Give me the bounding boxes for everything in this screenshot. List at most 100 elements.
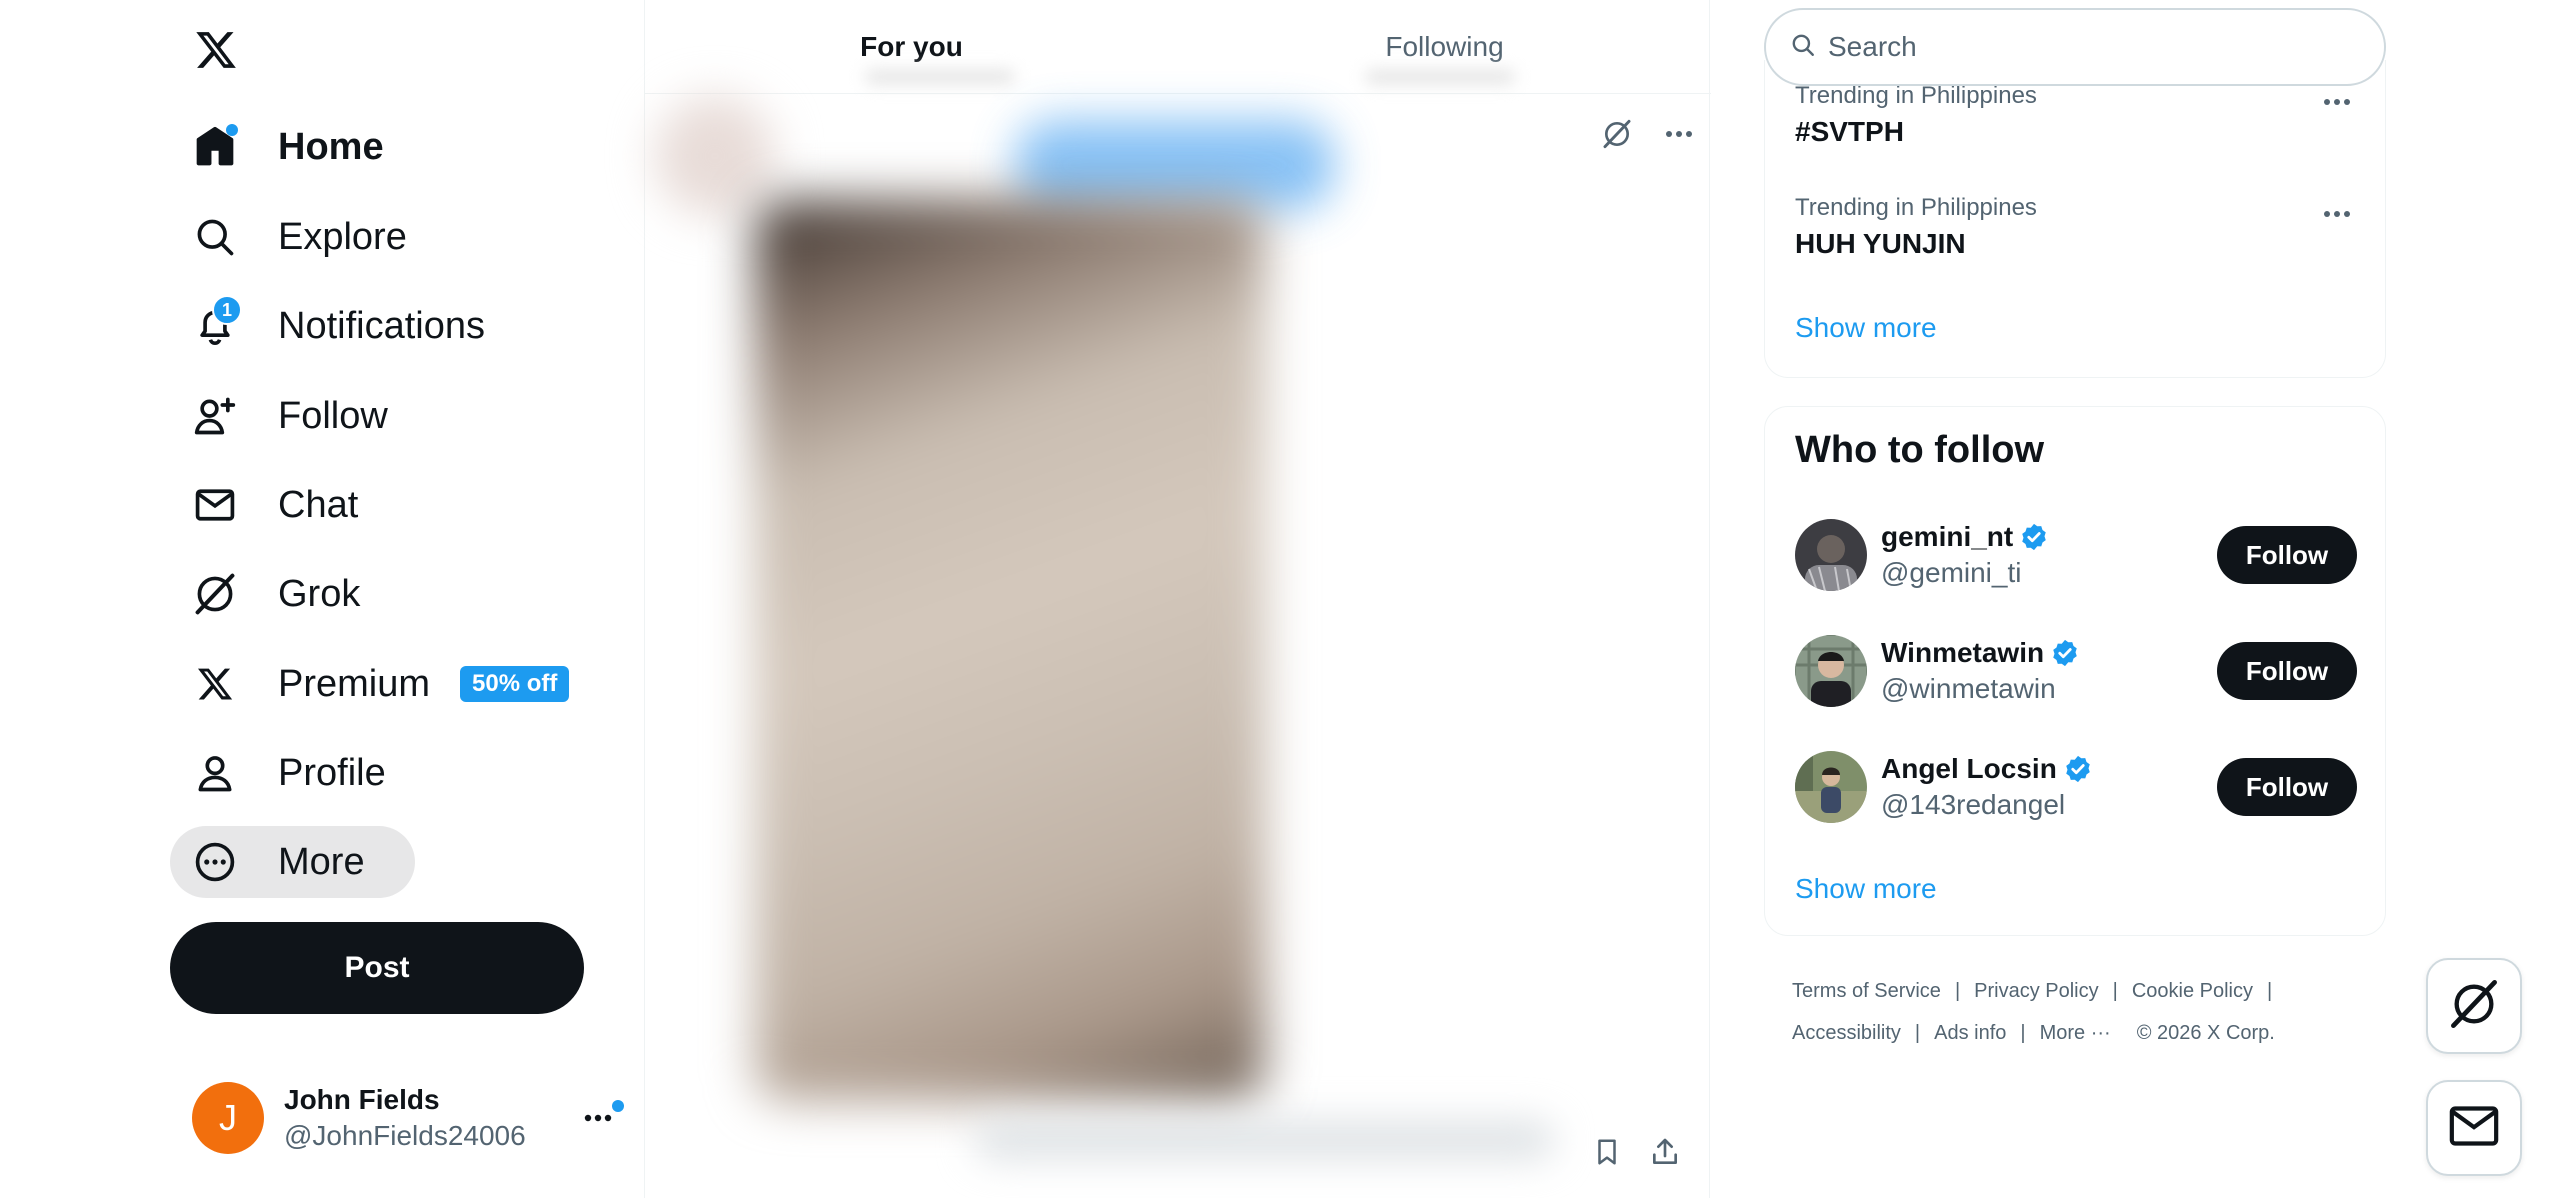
user-info: gemini_nt @gemini_ti: [1881, 521, 2217, 589]
account-text: John Fields @JohnFields24006: [284, 1084, 526, 1152]
suggested-user[interactable]: Winmetawin @winmetawin Follow: [1795, 633, 2357, 709]
timeline: For you Following: [644, 0, 1711, 1198]
user-handle: @143redangel: [1881, 789, 2066, 820]
nav-item-more[interactable]: More: [170, 826, 415, 898]
trends-card: Trending in Philippines #SVTPH Trending …: [1764, 60, 2386, 378]
nav-label-premium: Premium: [278, 662, 431, 705]
suggested-user[interactable]: gemini_nt @gemini_ti Follow: [1795, 517, 2357, 593]
avatar[interactable]: [1795, 635, 1867, 707]
verified-badge-icon: [2019, 522, 2049, 552]
blurred-post-actions: [975, 1120, 1555, 1160]
user-name-line: gemini_nt: [1881, 521, 2217, 553]
footer-copyright: © 2026 X Corp.: [2136, 1022, 2275, 1044]
nav-item-follow[interactable]: Follow: [170, 380, 408, 452]
user-info: Winmetawin @winmetawin: [1881, 637, 2217, 705]
nav-label-grok: Grok: [278, 572, 361, 615]
post-header-actions: [1595, 112, 1701, 156]
home-icon: [190, 122, 240, 172]
trend-name: #SVTPH: [1795, 116, 1904, 147]
trend-meta: Trending in Philippines: [1795, 194, 2037, 221]
nav-label-explore: Explore: [278, 215, 407, 258]
trend-item[interactable]: Trending in Philippines HUH YUNJIN: [1795, 194, 2355, 260]
suggested-user[interactable]: Angel Locsin @143redangel Follow: [1795, 749, 2357, 825]
account-switcher[interactable]: J John Fields @JohnFields24006: [192, 1082, 624, 1154]
post-footer-actions: [1585, 1130, 1687, 1174]
user-name-line: Angel Locsin: [1881, 753, 2217, 785]
footer-link-cookie[interactable]: Cookie Policy: [2132, 980, 2253, 1002]
blurred-content: [1365, 70, 1515, 84]
nav-label-profile: Profile: [278, 751, 386, 794]
who-to-follow-show-more-link[interactable]: Show more: [1795, 873, 1937, 905]
nav-item-home[interactable]: Home: [170, 111, 404, 183]
more-circle-icon: [190, 837, 240, 887]
user-name-line: Winmetawin: [1881, 637, 2217, 669]
trend-meta: Trending in Philippines: [1795, 82, 2037, 109]
share-icon[interactable]: [1643, 1130, 1687, 1174]
who-to-follow-card: Who to follow gemini_nt @gemini_ti Follo…: [1764, 406, 2386, 936]
blurred-author-avatar: [655, 96, 775, 216]
nav-item-chat[interactable]: Chat: [170, 469, 378, 541]
footer-separator: |: [1954, 980, 1961, 1002]
avatar[interactable]: [1795, 519, 1867, 591]
left-sidebar: Home Explore 1 Notifications Follow Chat: [0, 0, 644, 1198]
nav-label-more: More: [278, 840, 365, 883]
x-logo-icon: [190, 659, 240, 709]
grok-icon: [2448, 978, 2500, 1035]
avatar[interactable]: [1795, 751, 1867, 823]
account-more-icon[interactable]: [578, 1098, 624, 1138]
nav-item-explore[interactable]: Explore: [170, 201, 427, 273]
avatar: J: [192, 1082, 264, 1154]
trend-item[interactable]: Trending in Philippines #SVTPH: [1795, 82, 2355, 148]
grok-floating-button[interactable]: [2426, 958, 2522, 1054]
search-icon: [190, 212, 240, 262]
nav-label-home: Home: [278, 125, 384, 168]
grok-icon[interactable]: [1595, 112, 1639, 156]
nav-item-profile[interactable]: Profile: [170, 737, 406, 809]
nav-item-premium[interactable]: Premium 50% off: [170, 648, 589, 720]
messages-floating-button[interactable]: [2426, 1080, 2522, 1176]
more-icon[interactable]: [1657, 112, 1701, 156]
x-logo-icon[interactable]: [186, 20, 246, 80]
footer-link-ads[interactable]: Ads info: [1934, 1022, 2006, 1044]
account-name: John Fields: [284, 1084, 440, 1115]
blurred-content: [865, 70, 1015, 84]
follow-button[interactable]: Follow: [2217, 758, 2357, 816]
user-info: Angel Locsin @143redangel: [1881, 753, 2217, 821]
footer-separator: |: [2112, 980, 2118, 1002]
grok-icon: [190, 569, 240, 619]
post-button[interactable]: Post: [170, 922, 584, 1014]
footer-link-accessibility[interactable]: Accessibility: [1792, 1022, 1901, 1044]
footer-link-more[interactable]: More ···: [2040, 1022, 2111, 1044]
nav-item-notifications[interactable]: 1 Notifications: [170, 290, 505, 362]
more-icon[interactable]: [2317, 194, 2357, 234]
account-handle: @JohnFields24006: [284, 1120, 526, 1151]
verified-badge-icon: [2063, 754, 2093, 784]
footer-links: Terms of Service | Privacy Policy | Cookie P…: [1792, 970, 2392, 1054]
trend-name: HUH YUNJIN: [1795, 228, 1966, 259]
nav-label-follow: Follow: [278, 394, 388, 437]
footer-separator: |: [1914, 1022, 1921, 1044]
footer-link-terms[interactable]: Terms of Service: [1792, 980, 1941, 1002]
person-icon: [190, 748, 240, 798]
more-icon[interactable]: [2317, 82, 2357, 122]
verified-badge-icon: [2050, 638, 2080, 668]
user-name: Angel Locsin: [1881, 753, 2057, 784]
trends-show-more-link[interactable]: Show more: [1795, 312, 1937, 344]
nav-label-notifications: Notifications: [278, 304, 485, 347]
search-input[interactable]: [1828, 31, 2328, 63]
follow-button[interactable]: Follow: [2217, 642, 2357, 700]
bell-icon: 1: [190, 295, 242, 351]
bookmark-icon[interactable]: [1585, 1130, 1629, 1174]
footer-link-privacy[interactable]: Privacy Policy: [1974, 980, 2098, 1002]
search-bar[interactable]: [1764, 8, 2386, 86]
user-name: Winmetawin: [1881, 637, 2045, 668]
user-name: gemini_nt: [1881, 521, 2014, 552]
follow-button[interactable]: Follow: [2217, 526, 2357, 584]
person-plus-icon: [190, 391, 240, 441]
footer-separator: |: [2267, 980, 2273, 1002]
notification-count-badge: 1: [212, 295, 242, 325]
who-to-follow-title: Who to follow: [1795, 429, 2045, 471]
blurred-post-media[interactable]: [755, 200, 1265, 1100]
nav-item-grok[interactable]: Grok: [170, 558, 380, 630]
nav-label-chat: Chat: [278, 483, 359, 526]
